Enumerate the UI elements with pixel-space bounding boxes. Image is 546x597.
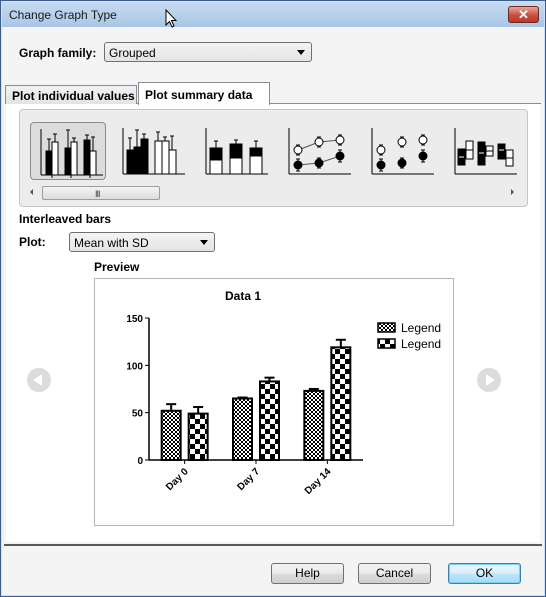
tab-label: Plot individual values <box>12 89 135 103</box>
gallery-horizontal-scrollbar[interactable]: III <box>28 185 518 202</box>
grip-icon: III <box>95 189 100 199</box>
ok-button[interactable]: OK <box>448 563 521 584</box>
arrow-right-icon <box>486 374 495 386</box>
bar <box>232 397 253 461</box>
graph-family-label: Graph family: <box>19 46 97 60</box>
footer-separator <box>4 544 542 546</box>
graph-type-gallery: III <box>19 109 528 207</box>
graph-family-select[interactable]: Grouped <box>104 42 312 62</box>
bar <box>303 389 325 461</box>
help-button[interactable]: Help <box>271 563 344 584</box>
legend-label: Legend <box>401 321 441 335</box>
x-tick-label: Day 0 <box>164 466 191 493</box>
plot-select[interactable]: Mean with SD <box>69 232 215 252</box>
change-graph-type-dialog: Change Graph Type ✕ Graph family: Groupe… <box>0 0 546 597</box>
mouse-cursor-icon <box>165 9 178 28</box>
bar <box>160 409 182 461</box>
legend-swatch <box>377 338 396 349</box>
thumb-separated-bars[interactable] <box>113 122 189 180</box>
x-tick-label: Day 7 <box>235 466 262 493</box>
next-preview-button[interactable] <box>477 368 501 392</box>
x-tick-label: Day 14 <box>303 466 334 497</box>
tab-plot-individual-values[interactable]: Plot individual values <box>5 85 137 104</box>
thumb-scatter-points[interactable] <box>362 122 438 180</box>
scroll-right-arrow-icon[interactable] <box>511 189 514 195</box>
legend-label: Legend <box>401 337 441 351</box>
window-title: Change Graph Type <box>9 8 117 22</box>
bar <box>330 346 352 461</box>
arrow-left-icon <box>33 374 42 386</box>
close-icon: ✕ <box>518 7 529 22</box>
preview-panel: Data 1 0 50 100 150 Day 0 Day 7 Day 14 Legend L… <box>94 278 454 526</box>
bar <box>259 380 280 461</box>
tab-plot-summary-data[interactable]: Plot summary data <box>138 82 270 105</box>
y-tick-label: 100 <box>126 361 143 372</box>
chart-title: Data 1 <box>225 289 261 303</box>
selected-graph-type-title: Interleaved bars <box>19 212 112 226</box>
scroll-left-arrow-icon[interactable] <box>30 189 33 195</box>
title-bar: Change Graph Type ✕ <box>2 2 544 27</box>
y-tick-label: 0 <box>137 456 143 467</box>
cancel-button[interactable]: Cancel <box>358 563 431 584</box>
chevron-down-icon <box>297 50 305 55</box>
preview-chart: Data 1 0 50 100 150 Day 0 Day 7 Day 14 Legend L… <box>126 289 441 497</box>
chevron-down-icon <box>200 240 208 245</box>
thumb-interleaved-bars[interactable] <box>30 122 106 180</box>
y-tick-label: 50 <box>132 409 144 420</box>
legend-swatch <box>377 322 396 333</box>
graph-family-value: Grouped <box>109 46 156 60</box>
thumb-connected-points[interactable] <box>279 122 355 180</box>
tab-label: Plot summary data <box>145 88 253 102</box>
thumb-stacked-bars[interactable] <box>196 122 272 180</box>
bar <box>187 412 209 461</box>
y-tick-label: 150 <box>126 314 143 325</box>
previous-preview-button[interactable] <box>27 368 51 392</box>
scrollbar-thumb[interactable]: III <box>42 186 160 200</box>
plot-label: Plot: <box>19 235 46 249</box>
close-button[interactable]: ✕ <box>508 6 539 23</box>
plot-value: Mean with SD <box>74 236 149 250</box>
preview-label: Preview <box>94 260 140 274</box>
thumb-floating-boxes[interactable] <box>445 122 521 180</box>
